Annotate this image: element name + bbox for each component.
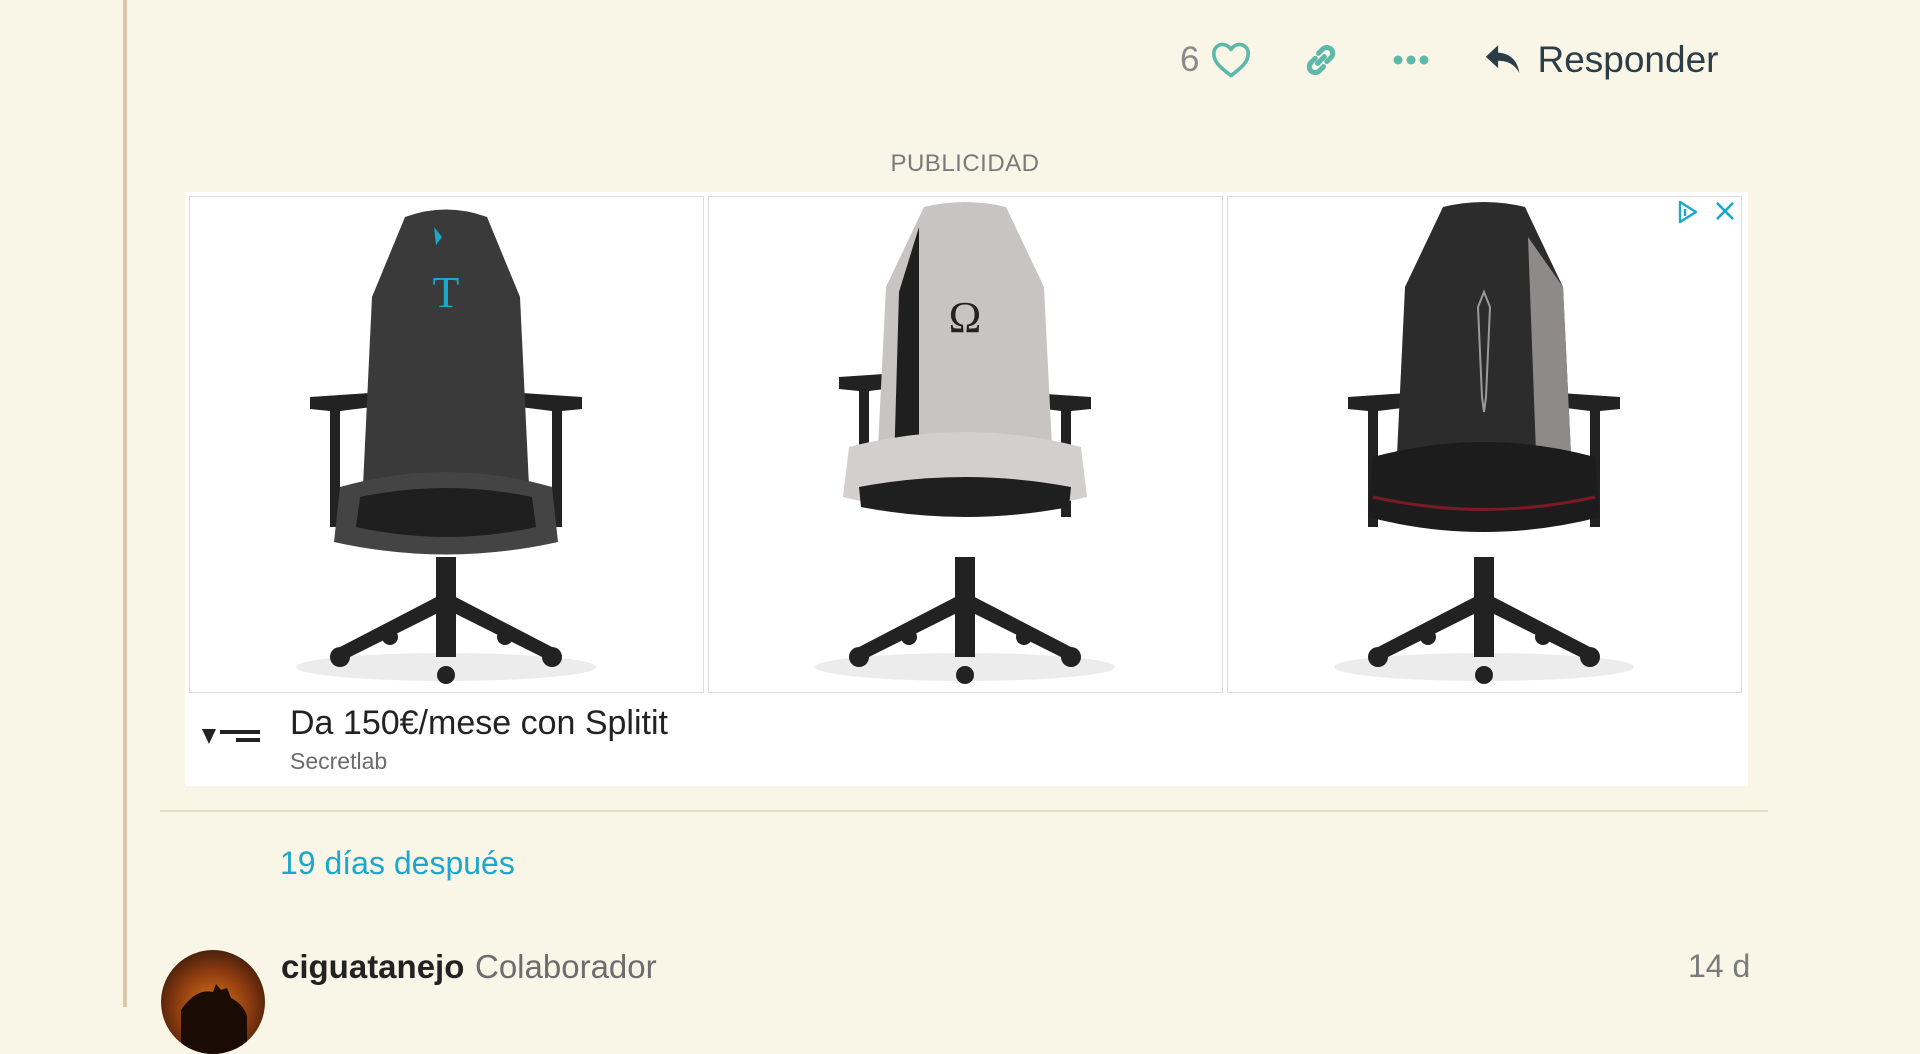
chair-image: T	[296, 209, 596, 684]
more-options-icon[interactable]	[1387, 36, 1435, 84]
post-divider	[160, 810, 1768, 812]
reply-button[interactable]: Responder	[1483, 39, 1718, 81]
ad-headline[interactable]: Da 150€/mese con Splitit	[290, 704, 668, 743]
close-icon[interactable]	[1714, 200, 1736, 222]
ad-product-card[interactable]: Ω	[708, 196, 1223, 693]
avatar[interactable]	[161, 950, 265, 1054]
like-count[interactable]: 6	[1180, 40, 1199, 80]
chair-symbol: Ω	[949, 293, 982, 342]
post-actions: 6 Responder	[1180, 34, 1718, 86]
heart-icon[interactable]	[1209, 38, 1253, 82]
secretlab-logo	[200, 726, 264, 753]
time-gap-label: 19 días después	[280, 845, 515, 881]
ad-product-card[interactable]: T	[189, 196, 704, 693]
chair-symbol: T	[433, 268, 460, 317]
chair-image: Ω	[815, 202, 1115, 684]
ad-banner[interactable]: T Ω Da 150€/mese con Splitit Secretlab	[185, 192, 1748, 786]
link-icon[interactable]	[1297, 36, 1345, 84]
user-title: Colaborador	[475, 948, 657, 985]
ad-product-card[interactable]	[1227, 196, 1742, 693]
ad-label: PUBLICIDAD	[890, 150, 1040, 177]
post-date[interactable]: 14 d	[1688, 948, 1750, 985]
ad-advertiser[interactable]: Secretlab	[290, 748, 387, 775]
reply-label: Responder	[1537, 39, 1719, 80]
ad-choices	[1676, 200, 1736, 224]
username[interactable]: ciguatanejo	[281, 948, 464, 986]
chair-image	[1334, 202, 1634, 684]
adchoices-icon[interactable]	[1676, 200, 1700, 224]
reply-icon	[1486, 45, 1520, 74]
